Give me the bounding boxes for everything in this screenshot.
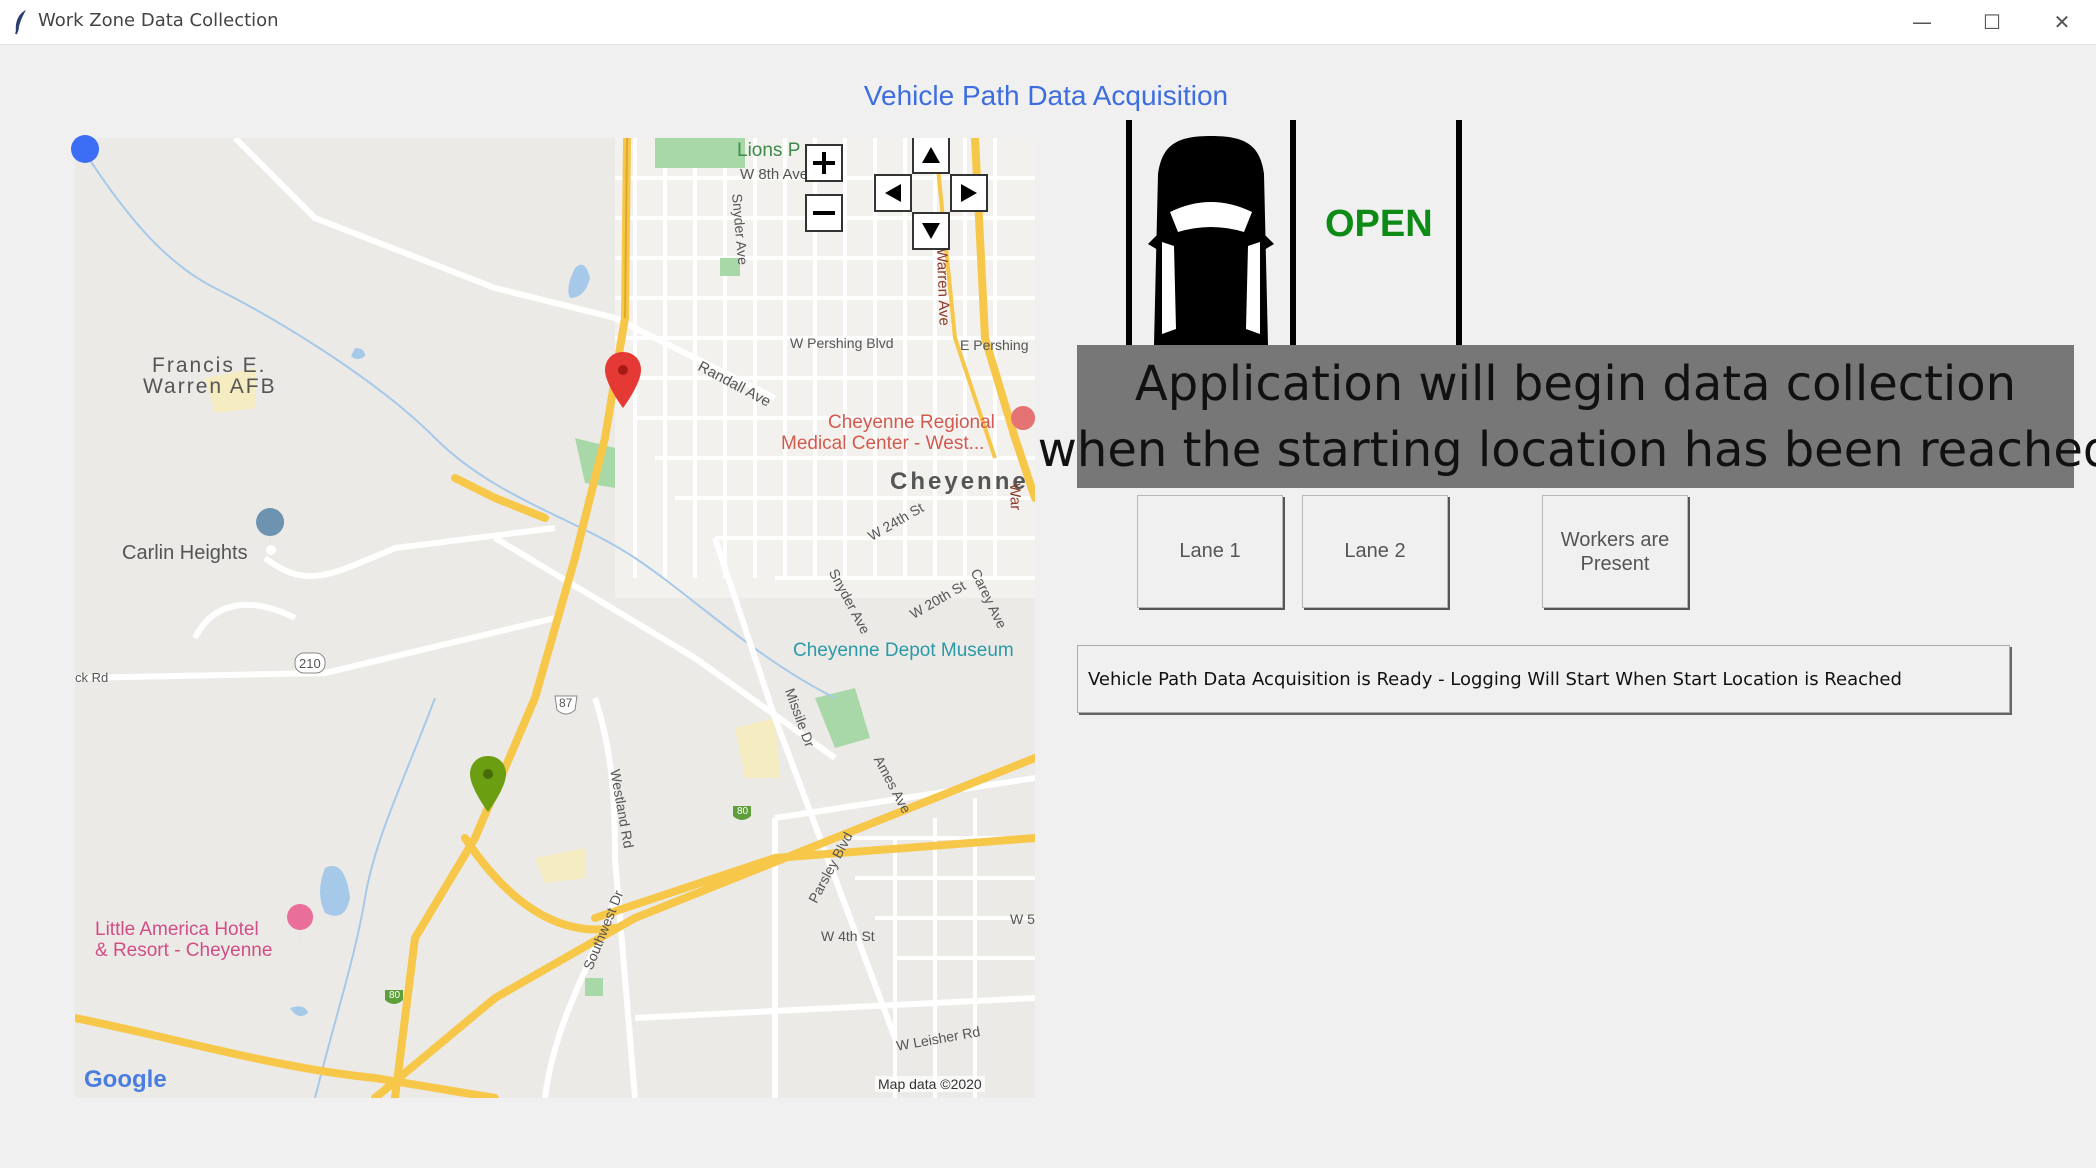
map-label-pershing: W Pershing Blvd [790, 335, 894, 351]
map-label-depot: Cheyenne Depot Museum [793, 640, 1014, 661]
map-label-afb-2: Warren AFB [143, 375, 277, 398]
maximize-button[interactable]: ☐ [1958, 0, 2026, 44]
feather-icon [15, 10, 26, 35]
map-label-warren: Warren Ave [933, 248, 953, 327]
start-location-marker[interactable] [468, 754, 508, 814]
map-attribution: Map data ©2020 [875, 1076, 985, 1092]
map-label-hospital-1: Cheyenne Regional [828, 412, 995, 433]
plus-icon [813, 152, 835, 174]
instruction-banner: Application will begin data collection w… [1038, 345, 2096, 488]
window-title: Work Zone Data Collection [38, 10, 279, 31]
map-label-i80-a: 80 [737, 806, 749, 817]
end-location-marker[interactable] [603, 350, 643, 410]
map-label-ck-rd: ck Rd [75, 670, 109, 685]
map-label-w4th: W 4th St [821, 928, 875, 944]
pan-right-button[interactable] [950, 174, 988, 212]
map-label-e-pershing: E Pershing [960, 337, 1029, 353]
map-label-route-210: 210 [299, 656, 321, 671]
google-logo: Google [84, 1066, 167, 1093]
map-label-lions-park: Lions P [737, 140, 801, 161]
status-message: Vehicle Path Data Acquisition is Ready -… [1077, 645, 2010, 713]
map-label-w5: W 5 [1010, 911, 1035, 927]
current-position-dot [71, 135, 99, 163]
zoom-out-button[interactable] [805, 194, 843, 232]
map-label-carlin-heights: Carlin Heights [122, 542, 248, 564]
pan-left-button[interactable] [874, 174, 912, 212]
page-heading-wrap: Vehicle Path Data Acquisition [0, 80, 2096, 112]
map-label-hotel-1: Little America Hotel [95, 919, 259, 940]
lane-line-right [1456, 120, 1462, 345]
lane-status: OPEN [1325, 203, 1433, 245]
close-button[interactable]: ✕ [2028, 0, 2096, 44]
window-titlebar: Work Zone Data Collection — ☐ ✕ [0, 0, 2096, 45]
lane-2-button[interactable]: Lane 2 [1302, 495, 1448, 608]
zoom-in-button[interactable] [805, 144, 843, 182]
arrow-up-icon [922, 147, 940, 163]
map-label-war: War [1006, 483, 1024, 511]
map-view[interactable]: Lions P W 8th Ave Snyder Ave Warren Ave … [75, 138, 1035, 1098]
page-heading: Vehicle Path Data Acquisition [863, 80, 1229, 111]
map-label-hotel-2: & Resort - Cheyenne [95, 940, 273, 961]
map-label-w8th: W 8th Ave [740, 166, 809, 183]
workers-present-button[interactable]: Workers are Present [1542, 495, 1688, 608]
lane-1-button[interactable]: Lane 1 [1137, 495, 1283, 608]
car-icon [1148, 136, 1274, 345]
lane-line-left [1126, 120, 1132, 345]
map-label-i80-b: 80 [389, 990, 401, 1001]
arrow-right-icon [961, 184, 977, 202]
banner-line-2: when the starting location has been reac… [1037, 421, 2096, 478]
pan-down-button[interactable] [912, 212, 950, 250]
minimize-button[interactable]: — [1888, 0, 1956, 44]
banner-line-1: Application will begin data collection [1134, 355, 2017, 412]
lane-line-middle [1290, 120, 1296, 345]
arrow-down-icon [922, 223, 940, 239]
pan-up-button[interactable] [912, 138, 950, 174]
minus-icon [813, 211, 835, 215]
map-label-hospital-2: Medical Center - West... [781, 433, 985, 454]
map-label-route-87: 87 [559, 696, 573, 710]
arrow-left-icon [885, 184, 901, 202]
